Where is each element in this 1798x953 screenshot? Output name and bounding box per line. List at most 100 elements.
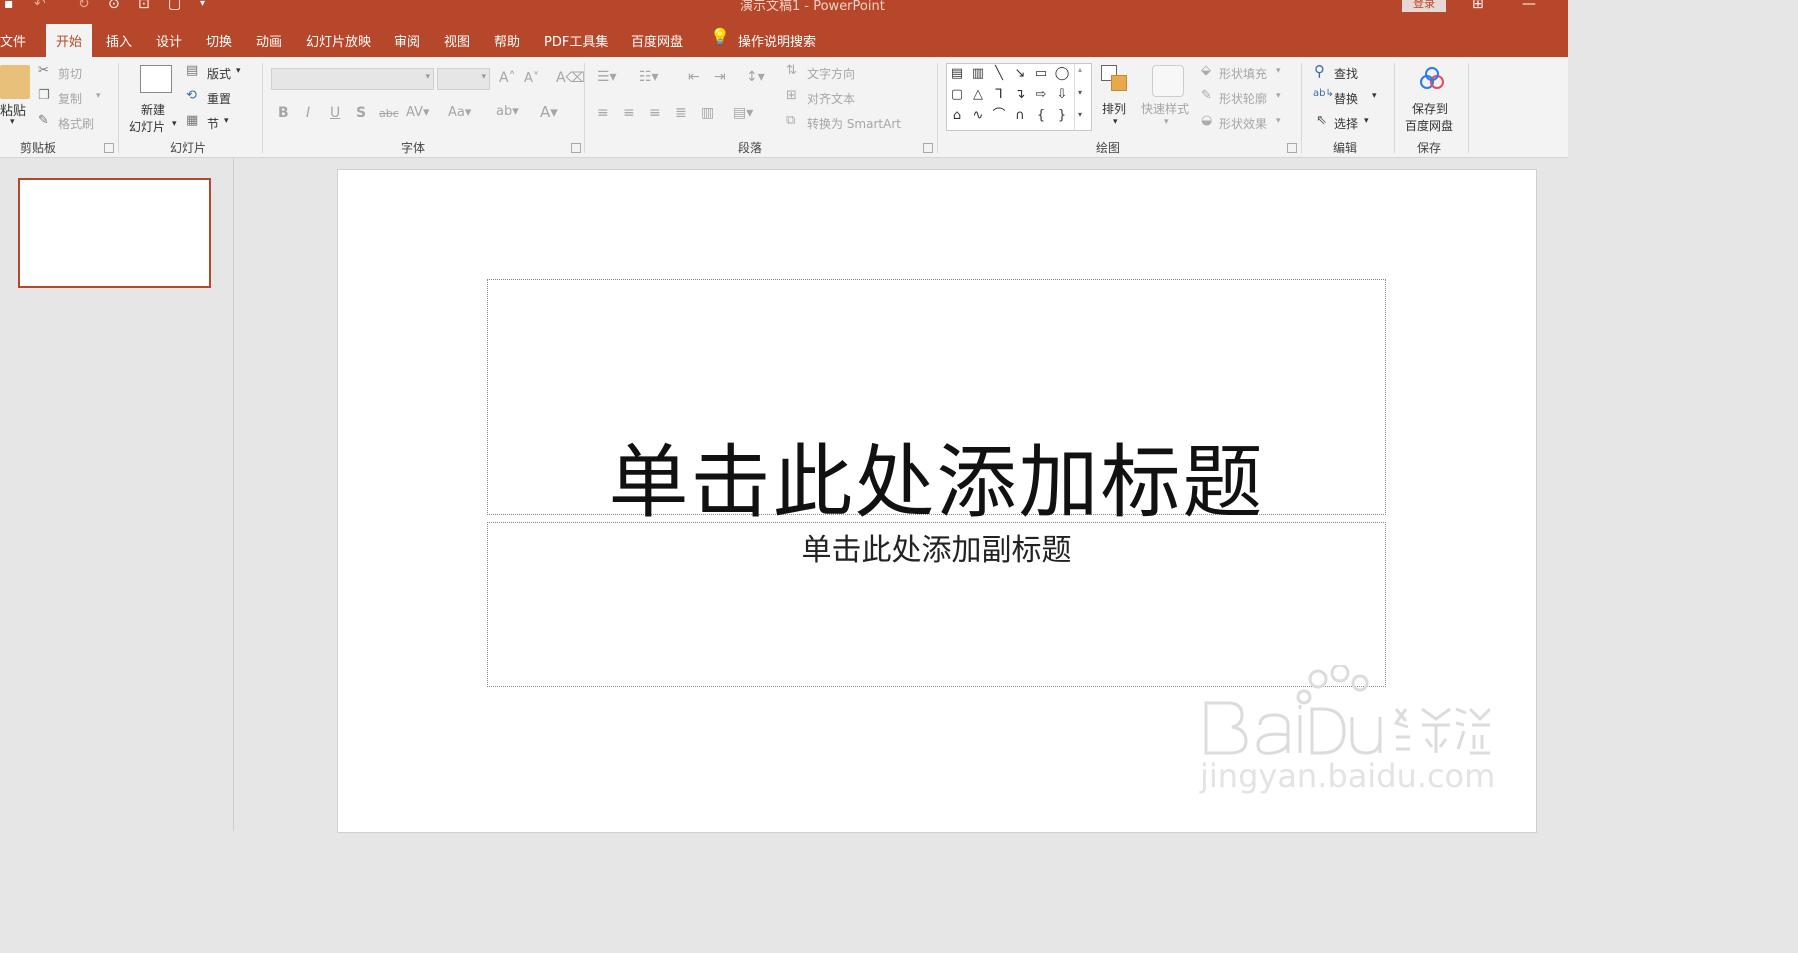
tab-pdf-tools[interactable]: PDF工具集 (544, 31, 608, 50)
rounded-rectangle-icon[interactable]: ▢ (948, 86, 966, 104)
font-size-combo[interactable]: ▾ (437, 68, 490, 90)
arrange-button[interactable]: 排列 (1102, 100, 1126, 117)
copy-dropdown-icon[interactable]: ▾ (96, 91, 101, 101)
shape-outline-button[interactable]: 形状轮廓 (1219, 90, 1267, 107)
align-text-button[interactable]: 对齐文本 (807, 90, 855, 107)
right-arrow-icon[interactable]: ⇨ (1032, 86, 1050, 104)
line-spacing-icon[interactable]: ↕▾ (746, 69, 765, 85)
tab-home[interactable]: 开始 (46, 24, 93, 57)
font-color-icon[interactable]: A▾ (540, 103, 558, 121)
scribble-icon[interactable]: ∿ (969, 107, 987, 125)
tab-review[interactable]: 审阅 (394, 31, 420, 50)
font-name-combo[interactable]: ▾ (271, 68, 434, 90)
curve-icon[interactable]: ∩ (1011, 107, 1029, 125)
paste-dropdown-icon[interactable]: ▾ (10, 117, 15, 127)
drawing-launcher-icon[interactable] (1287, 143, 1297, 153)
shadow-icon[interactable]: S (356, 105, 366, 121)
oval-icon[interactable]: ◯ (1053, 65, 1071, 83)
preview-icon[interactable]: ⊡ (138, 0, 150, 12)
section-dropdown-icon[interactable]: ▾ (224, 116, 229, 126)
chevron-up-icon[interactable]: ▴ (1078, 65, 1082, 74)
layout-button[interactable]: 版式 (207, 65, 231, 82)
increase-indent-icon[interactable]: ⇥ (714, 69, 726, 85)
baidu-netdisk-icon[interactable] (1420, 67, 1444, 89)
tab-file[interactable]: 文件 (0, 31, 26, 50)
new-slide-icon[interactable] (140, 65, 172, 93)
select-button[interactable]: 选择 (1334, 115, 1358, 132)
decrease-indent-icon[interactable]: ⇤ (688, 69, 700, 85)
change-case-icon[interactable]: Aa▾ (448, 105, 471, 120)
find-button[interactable]: 查找 (1334, 65, 1358, 82)
replace-dropdown-icon[interactable]: ▾ (1372, 91, 1377, 101)
undo-icon[interactable]: ↶ (34, 0, 46, 12)
align-left-icon[interactable]: ≡ (597, 105, 609, 121)
elbow-connector-icon[interactable]: ⅂ (990, 86, 1008, 104)
quick-styles-icon[interactable] (1152, 65, 1184, 97)
columns-icon[interactable]: ▤▾ (733, 105, 753, 121)
shape-fill-button[interactable]: 形状填充 (1219, 65, 1267, 82)
new-slide-dropdown-icon[interactable]: ▾ (172, 119, 177, 129)
arc-icon[interactable]: ⌒ (990, 107, 1008, 125)
line-icon[interactable]: ╲ (990, 65, 1008, 83)
align-right-icon[interactable]: ≡ (649, 105, 661, 121)
tab-help[interactable]: 帮助 (494, 31, 520, 50)
tab-animations[interactable]: 动画 (256, 31, 282, 50)
save-icon[interactable]: ▪ (4, 0, 14, 12)
paste-icon[interactable] (0, 65, 30, 99)
shape-outline-dropdown-icon[interactable]: ▾ (1276, 91, 1281, 101)
format-painter-button[interactable]: 格式刷 (58, 115, 94, 132)
convert-smartart-button[interactable]: 转换为 SmartArt (807, 115, 901, 132)
tell-me-search[interactable]: 操作说明搜索 (738, 31, 816, 50)
chevron-down-icon[interactable]: ▾ (1078, 88, 1082, 97)
tab-slideshow[interactable]: 幻灯片放映 (306, 31, 371, 50)
tab-transitions[interactable]: 切换 (206, 31, 232, 50)
reset-button[interactable]: 重置 (207, 90, 231, 107)
login-button[interactable]: 登录 (1402, 0, 1446, 12)
elbow-arrow-icon[interactable]: ↴ (1011, 86, 1029, 104)
minimize-icon[interactable]: — (1522, 0, 1536, 12)
section-button[interactable]: 节 (207, 115, 219, 132)
justify-icon[interactable]: ≣ (675, 105, 687, 121)
tab-design[interactable]: 设计 (156, 31, 182, 50)
slide-thumbnail-1[interactable] (18, 178, 211, 288)
arrow-line-icon[interactable]: ↘ (1011, 65, 1029, 83)
text-direction-button[interactable]: 文字方向 (807, 65, 855, 82)
shape-fill-dropdown-icon[interactable]: ▾ (1276, 66, 1281, 76)
vertical-textbox-icon[interactable]: ▥ (969, 65, 987, 83)
cut-button[interactable]: 剪切 (58, 65, 82, 82)
arrange-dropdown-icon[interactable]: ▾ (1113, 117, 1118, 127)
textbox-icon[interactable]: ▤ (948, 65, 966, 83)
decrease-font-icon[interactable]: A˅ (524, 71, 539, 86)
tab-baidu-netdisk[interactable]: 百度网盘 (631, 31, 683, 50)
rectangle-icon[interactable]: ▭ (1032, 65, 1050, 83)
bold-icon[interactable]: B (278, 105, 289, 121)
increase-font-icon[interactable]: A˄ (499, 70, 516, 86)
underline-icon[interactable]: U (330, 105, 340, 121)
clipboard-launcher-icon[interactable] (104, 143, 114, 153)
gallery-expand-icon[interactable]: ▾ (1078, 110, 1082, 119)
freeform-icon[interactable]: ⌂ (948, 107, 966, 125)
present-icon[interactable]: ⊙ (108, 0, 120, 12)
numbering-icon[interactable]: ☷▾ (639, 69, 659, 85)
right-brace-icon[interactable]: } (1053, 107, 1071, 125)
layout-dropdown-icon[interactable]: ▾ (236, 66, 241, 76)
left-brace-icon[interactable]: { (1032, 107, 1050, 125)
shape-effects-dropdown-icon[interactable]: ▾ (1276, 116, 1281, 126)
save-to-netdisk-line1[interactable]: 保存到 (1412, 100, 1448, 117)
bullets-icon[interactable]: ☰▾ (597, 69, 617, 85)
clear-formatting-icon[interactable]: A⌫ (556, 70, 585, 86)
quick-styles-button[interactable]: 快速样式 (1141, 100, 1189, 117)
italic-icon[interactable]: I (306, 105, 310, 121)
customize-qat-icon[interactable]: ▾ (200, 0, 205, 9)
save-to-netdisk-line2[interactable]: 百度网盘 (1405, 117, 1453, 134)
new-doc-icon[interactable]: ▢ (168, 0, 181, 12)
shape-effects-button[interactable]: 形状效果 (1219, 115, 1267, 132)
title-placeholder[interactable]: 单击此处添加标题 (487, 279, 1386, 529)
highlight-icon[interactable]: ab▾ (496, 104, 519, 119)
arrange-icon[interactable] (1101, 65, 1129, 91)
ribbon-display-icon[interactable]: ⊞ (1472, 0, 1484, 12)
select-dropdown-icon[interactable]: ▾ (1364, 116, 1369, 126)
quick-styles-dropdown-icon[interactable]: ▾ (1164, 117, 1169, 127)
gallery-scroll[interactable]: ▴ ▾ ▾ (1074, 64, 1091, 130)
tab-view[interactable]: 视图 (444, 31, 470, 50)
